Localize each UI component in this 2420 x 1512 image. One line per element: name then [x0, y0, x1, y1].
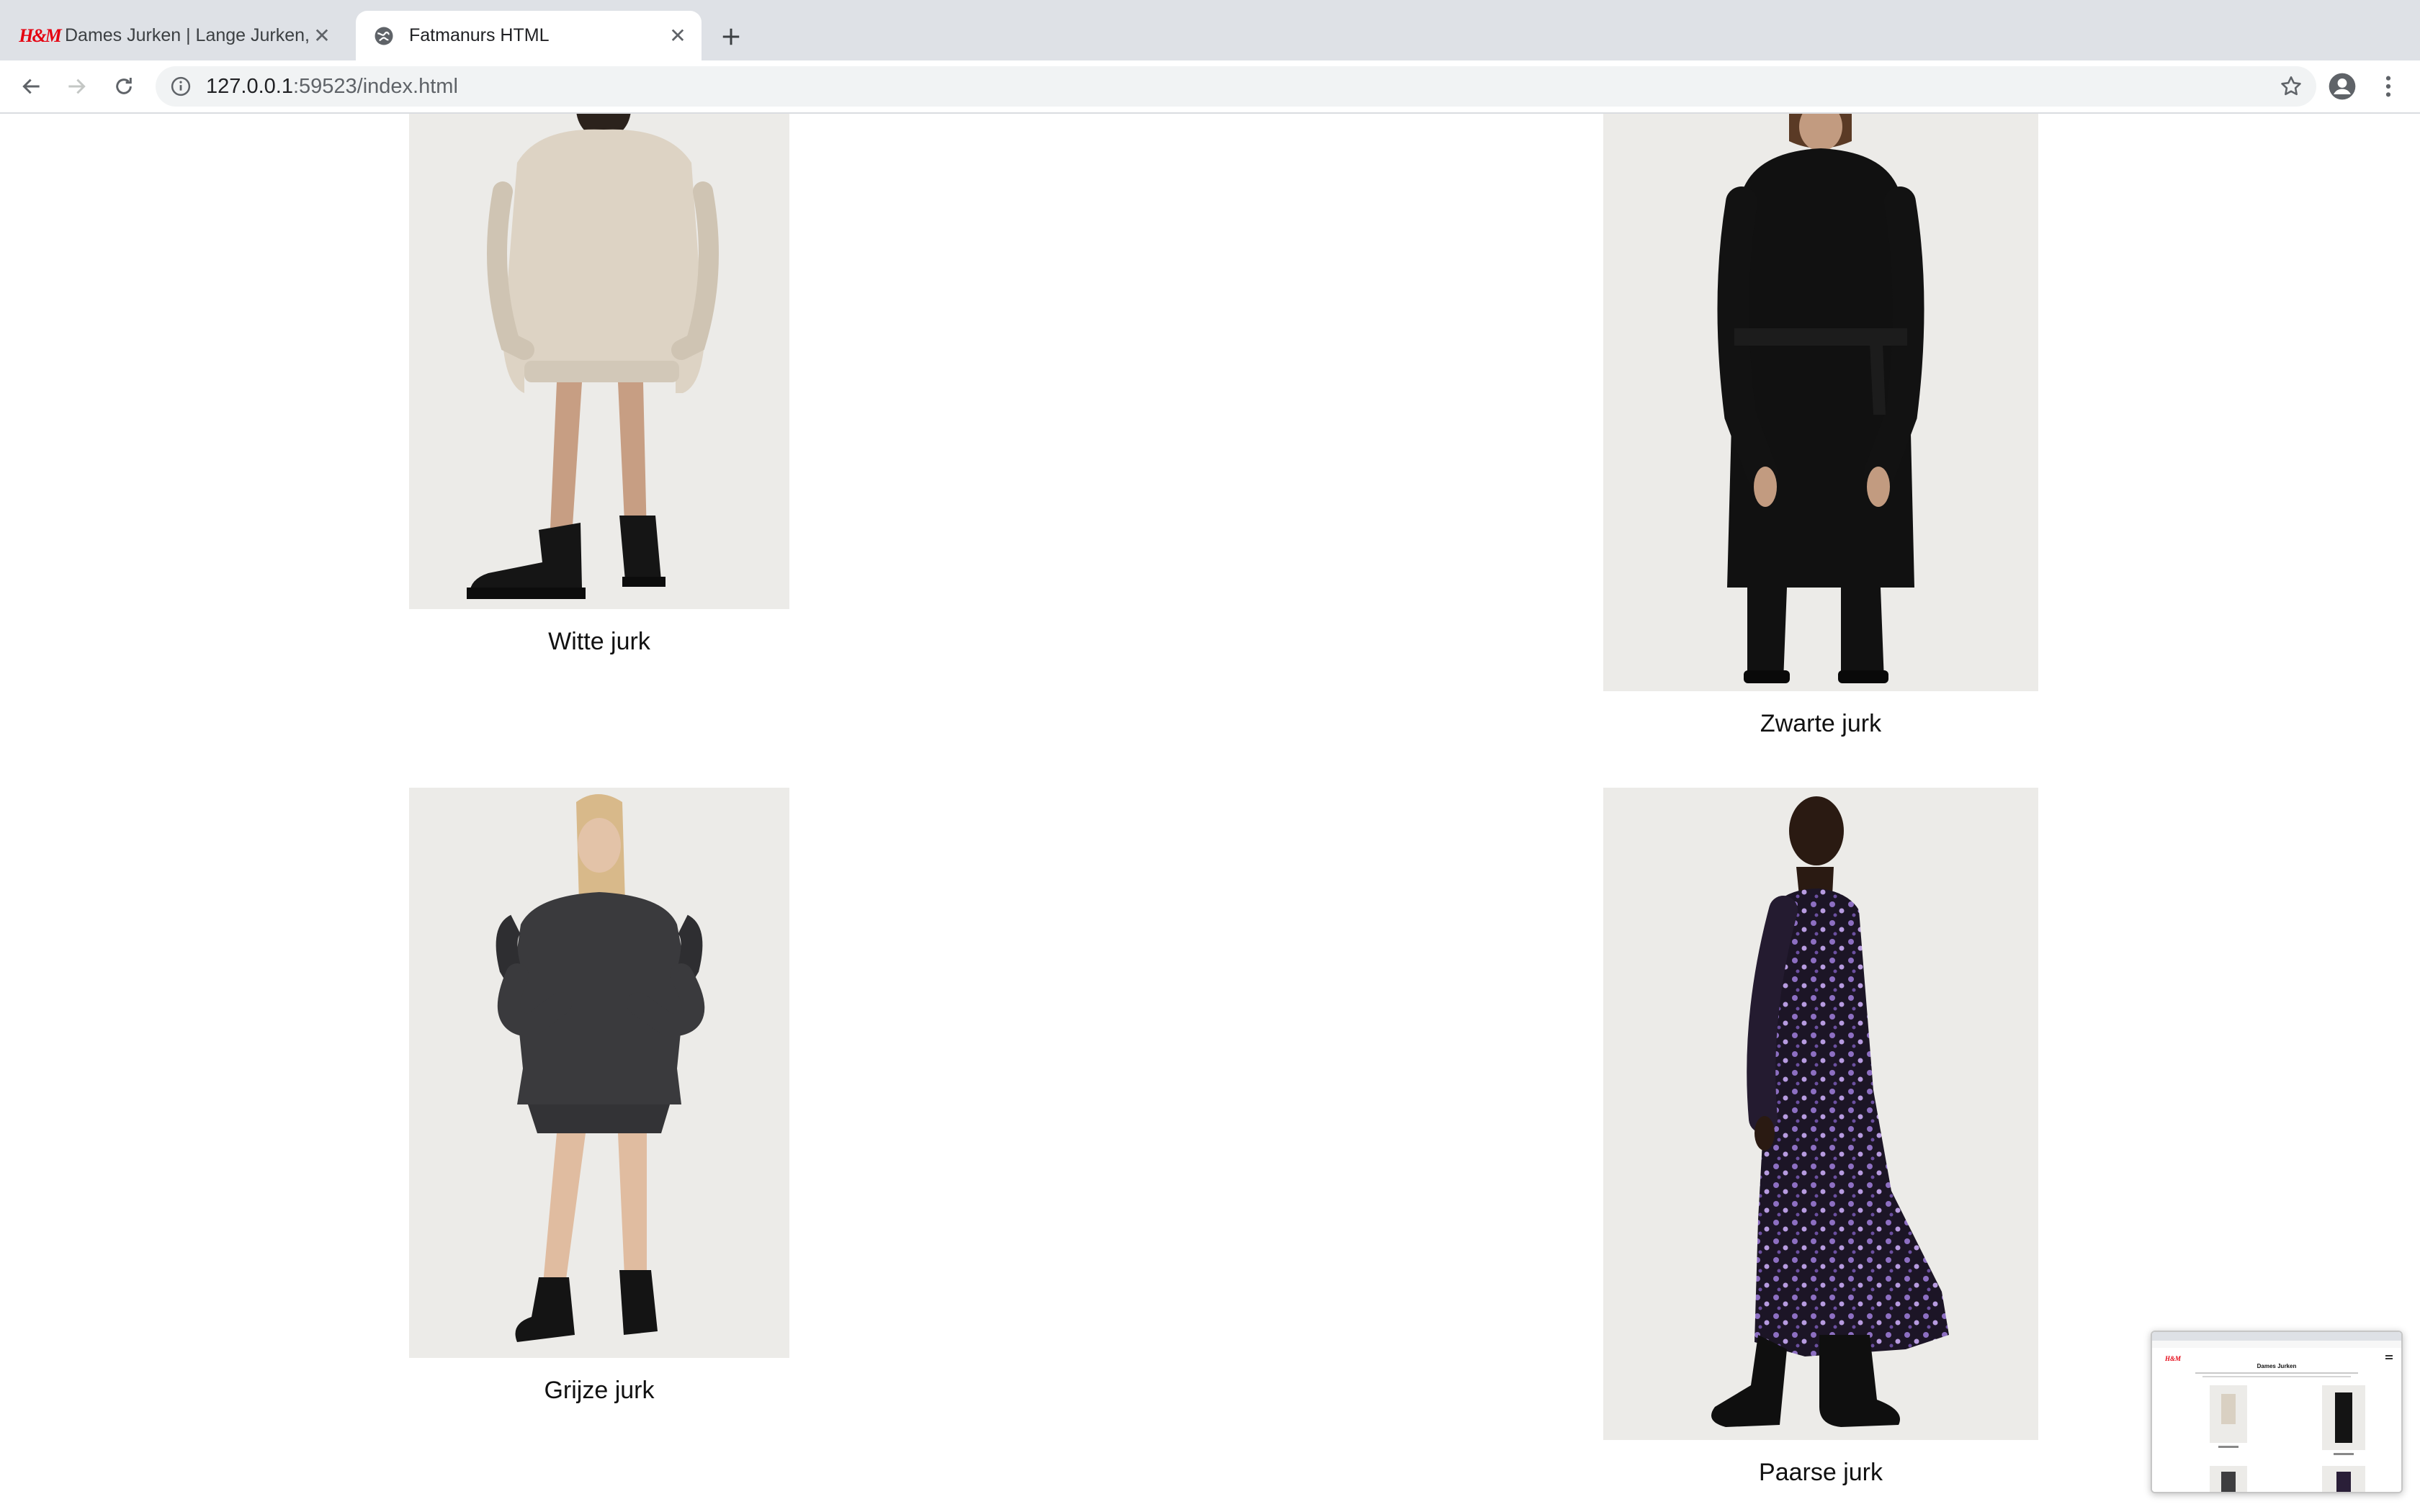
bookmark-star-icon[interactable]: [2279, 74, 2303, 99]
arrow-right-icon: [68, 78, 86, 94]
forward-button[interactable]: [59, 69, 94, 104]
page-content: Witte jurk Zwarte jurk Grijze jurk Paars…: [0, 114, 2420, 1512]
svg-text:H&M: H&M: [2164, 1355, 2182, 1362]
close-icon[interactable]: ✕: [310, 24, 334, 48]
url-text: 127.0.0.1:59523/index.html: [206, 74, 458, 98]
tab-strip: H&M Dames Jurken | Lange Jurken, Mini Ju…: [0, 0, 2420, 60]
globe-icon: [372, 24, 396, 48]
arrow-left-icon: [22, 78, 40, 94]
product-label[interactable]: Paarse jurk: [1603, 1459, 2038, 1487]
product-label[interactable]: Grijze jurk: [409, 1377, 789, 1405]
tab-title: Dames Jurken | Lange Jurken, Mini Jurken: [65, 25, 310, 45]
reload-icon: [116, 78, 132, 94]
product-image[interactable]: [1603, 788, 2038, 1440]
new-tab-button[interactable]: [713, 19, 749, 55]
product-card[interactable]: Grijze jurk: [409, 788, 789, 1421]
reload-button[interactable]: [107, 69, 141, 104]
browser-toolbar: 127.0.0.1:59523/index.html: [0, 60, 2420, 114]
plus-icon: [722, 28, 740, 45]
product-label[interactable]: Witte jurk: [409, 628, 789, 656]
product-card[interactable]: Zwarte jurk: [1603, 114, 2038, 746]
info-icon[interactable]: [170, 76, 192, 97]
product-image[interactable]: [409, 788, 789, 1358]
address-bar[interactable]: 127.0.0.1:59523/index.html: [156, 66, 2316, 107]
product-label[interactable]: Zwarte jurk: [1603, 710, 2038, 738]
tab-hm-dresses[interactable]: H&M Dames Jurken | Lange Jurken, Mini Ju…: [12, 11, 346, 60]
page-preview-thumbnail[interactable]: H&M Dames Jurken: [2151, 1331, 2403, 1493]
account-icon[interactable]: [2326, 71, 2358, 102]
hm-logo-icon: H&M: [19, 24, 62, 46]
back-button[interactable]: [14, 69, 49, 104]
kebab-menu-icon: [2385, 76, 2391, 97]
product-image[interactable]: [409, 114, 789, 609]
product-image[interactable]: [1603, 114, 2038, 691]
product-card[interactable]: Paarse jurk: [1603, 788, 2038, 1508]
product-card[interactable]: Witte jurk: [409, 114, 789, 674]
menu-button[interactable]: [2372, 71, 2404, 102]
tab-fatmanurs-html[interactable]: Fatmanurs HTML ✕: [356, 11, 702, 60]
preview-title: Dames Jurken: [2257, 1363, 2297, 1369]
close-icon[interactable]: ✕: [666, 24, 690, 48]
tab-title: Fatmanurs HTML: [409, 25, 550, 45]
